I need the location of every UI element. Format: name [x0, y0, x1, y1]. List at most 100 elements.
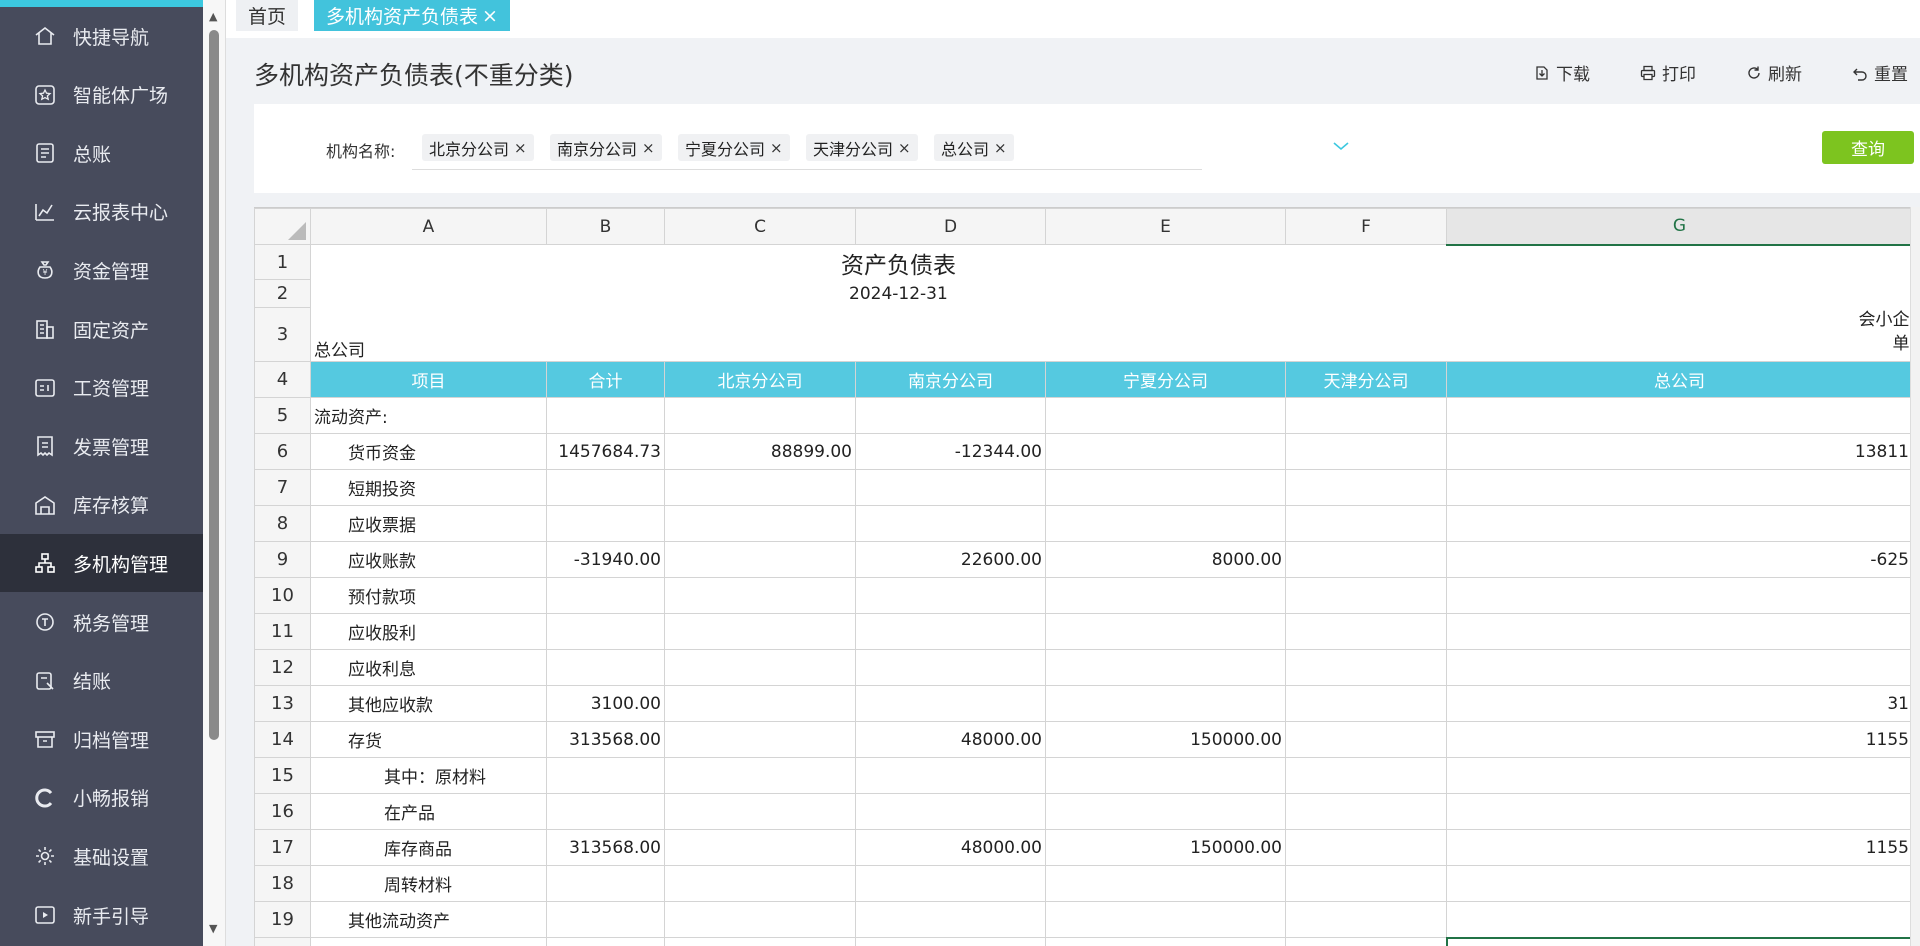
table-cell[interactable]	[664, 397, 856, 434]
table-cell[interactable]	[1045, 397, 1286, 434]
table-cell[interactable]	[546, 505, 665, 542]
table-cell[interactable]	[1285, 541, 1447, 578]
table-cell[interactable]	[1045, 757, 1286, 794]
scroll-down-icon[interactable]: ▼	[209, 922, 217, 935]
sidebar-item-0[interactable]: 快捷导航	[0, 7, 203, 65]
table-cell[interactable]	[664, 613, 856, 650]
table-cell[interactable]	[1446, 505, 1913, 542]
sidebar-item-11[interactable]: 结账	[0, 652, 203, 710]
table-cell[interactable]	[664, 577, 856, 614]
table-cell[interactable]	[855, 505, 1046, 542]
table-cell[interactable]	[1285, 793, 1447, 830]
table-cell[interactable]	[1446, 865, 1913, 902]
table-cell[interactable]: 货币资金	[310, 433, 547, 470]
header-nanjing[interactable]: 南京分公司	[855, 361, 1046, 398]
row-header[interactable]: 18	[254, 865, 311, 902]
table-cell[interactable]	[1285, 505, 1447, 542]
header-item[interactable]: 项目	[310, 361, 547, 398]
table-cell[interactable]	[855, 397, 1046, 434]
table-cell[interactable]	[855, 901, 1046, 938]
table-cell[interactable]: 22600.00	[855, 541, 1046, 578]
table-cell[interactable]	[1285, 829, 1447, 866]
table-cell[interactable]	[664, 469, 856, 506]
sidebar-item-9[interactable]: 多机构管理	[0, 534, 203, 593]
table-cell[interactable]	[1045, 613, 1286, 650]
close-icon[interactable]: ×	[482, 5, 498, 27]
row-header[interactable]: 4	[254, 361, 311, 398]
row-header[interactable]: 1	[254, 244, 311, 280]
table-cell[interactable]	[1045, 649, 1286, 686]
table-cell[interactable]: 158000.00	[1045, 937, 1286, 946]
table-cell[interactable]: 8000.00	[1045, 541, 1286, 578]
table-cell[interactable]: 1457684.73	[546, 433, 665, 470]
table-cell[interactable]	[664, 829, 856, 866]
row-header[interactable]: 14	[254, 721, 311, 758]
table-cell[interactable]: 预付款项	[310, 577, 547, 614]
table-cell[interactable]: 周转材料	[310, 865, 547, 902]
sidebar-item-6[interactable]: 工资管理	[0, 359, 203, 417]
table-cell[interactable]	[1285, 613, 1447, 650]
table-cell[interactable]	[855, 793, 1046, 830]
table-cell[interactable]: 88899.00	[664, 433, 856, 470]
table-cell[interactable]: 流动资产合计	[310, 937, 547, 946]
table-cell[interactable]: 58256.00	[855, 937, 1046, 946]
header-head-office[interactable]: 总公司	[1446, 361, 1913, 398]
table-cell[interactable]	[1446, 901, 1913, 938]
col-header-a[interactable]: A	[310, 208, 547, 245]
row-header[interactable]: 17	[254, 829, 311, 866]
table-cell[interactable]: 48000.00	[855, 721, 1046, 758]
table-cell[interactable]	[1285, 721, 1447, 758]
select-all-corner[interactable]	[254, 208, 311, 245]
table-cell[interactable]	[546, 757, 665, 794]
sidebar-item-3[interactable]: 云报表中心	[0, 183, 203, 241]
table-cell[interactable]	[664, 505, 856, 542]
table-cell[interactable]	[1446, 397, 1913, 434]
table-cell[interactable]: 短期投资	[310, 469, 547, 506]
table-cell[interactable]	[1446, 793, 1913, 830]
table-cell[interactable]	[855, 469, 1046, 506]
table-cell[interactable]	[1045, 793, 1286, 830]
row-header[interactable]: 20	[254, 937, 311, 946]
table-cell[interactable]	[1045, 577, 1286, 614]
row-header[interactable]: 10	[254, 577, 311, 614]
scrollbar-thumb[interactable]	[209, 30, 219, 740]
table-cell[interactable]: 存货	[310, 721, 547, 758]
table-cell[interactable]	[1285, 865, 1447, 902]
table-cell[interactable]: 88899.00	[664, 937, 856, 946]
refresh-button[interactable]: 刷新	[1746, 60, 1802, 85]
chip-remove-icon[interactable]: ×	[642, 139, 655, 157]
col-header-d[interactable]: D	[855, 208, 1046, 245]
col-header-c[interactable]: C	[664, 208, 856, 245]
table-cell[interactable]	[1045, 865, 1286, 902]
table-cell[interactable]: 其中：原材料	[310, 757, 547, 794]
sidebar-item-12[interactable]: 归档管理	[0, 710, 203, 768]
table-cell[interactable]	[664, 649, 856, 686]
spreadsheet[interactable]: A B C D E F G 1 资产负债表 2 2024-12-31 3 总公司…	[254, 207, 1920, 946]
table-cell[interactable]: 其他流动资产	[310, 901, 547, 938]
table-cell[interactable]	[1446, 757, 1913, 794]
table-cell[interactable]: 313568.00	[546, 721, 665, 758]
download-button[interactable]: 下载	[1534, 60, 1590, 85]
sheet-vertical-scrollbar[interactable]	[1910, 207, 1920, 946]
sidebar-item-4[interactable]: ¥ 资金管理	[0, 241, 203, 299]
table-cell[interactable]	[855, 757, 1046, 794]
table-cell[interactable]	[546, 793, 665, 830]
table-cell[interactable]	[855, 865, 1046, 902]
table-cell[interactable]: 流动资产:	[310, 397, 547, 434]
table-cell[interactable]: 在产品	[310, 793, 547, 830]
chevron-down-icon[interactable]	[1332, 136, 1350, 157]
col-header-b[interactable]: B	[546, 208, 665, 245]
col-header-e[interactable]: E	[1045, 208, 1286, 245]
row-header[interactable]: 3	[254, 307, 311, 362]
table-cell[interactable]	[1446, 649, 1913, 686]
table-cell[interactable]: 150000.00	[1045, 829, 1286, 866]
table-cell[interactable]	[1285, 577, 1447, 614]
table-cell[interactable]	[1446, 469, 1913, 506]
table-cell[interactable]	[1045, 505, 1286, 542]
table-cell[interactable]	[664, 685, 856, 722]
row-header[interactable]: 8	[254, 505, 311, 542]
table-cell[interactable]: 31	[1446, 685, 1913, 722]
sidebar-item-1[interactable]: 智能体广场	[0, 66, 203, 124]
table-cell[interactable]: 应收票据	[310, 505, 547, 542]
table-cell[interactable]	[1285, 469, 1447, 506]
